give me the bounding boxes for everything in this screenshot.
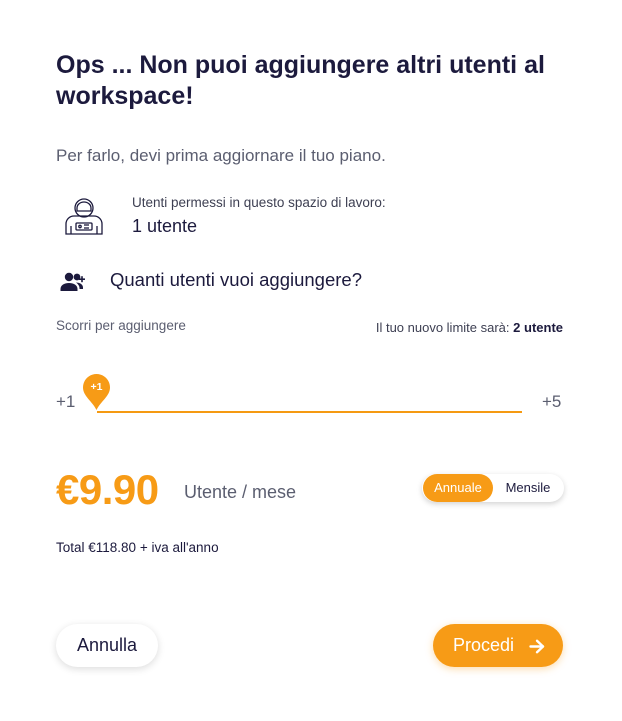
dialog-subtitle: Per farlo, devi prima aggiornare il tuo … bbox=[56, 146, 386, 165]
new-limit-value: 2 utente bbox=[513, 320, 563, 335]
question-heading: Quanti utenti vuoi aggiungere? bbox=[110, 269, 362, 290]
toggle-annual[interactable]: Annuale bbox=[423, 474, 493, 502]
price-unit: Utente / mese bbox=[184, 482, 297, 502]
allowed-users-value: 1 utente bbox=[132, 216, 198, 236]
proceed-button[interactable]: Procedi bbox=[433, 624, 563, 667]
arrow-right-icon bbox=[529, 638, 545, 654]
dialog-title: Ops ... Non puoi aggiungere altri utenti… bbox=[56, 51, 545, 110]
astronaut-icon bbox=[62, 196, 106, 236]
new-limit-text: Il tuo nuovo limite sarà: 2 utente bbox=[376, 320, 563, 335]
slider-track[interactable] bbox=[97, 411, 522, 413]
toggle-monthly[interactable]: Mensile bbox=[493, 474, 563, 502]
upgrade-dialog: Ops ... Non puoi aggiungere altri utenti… bbox=[0, 0, 622, 721]
add-user-icon bbox=[60, 272, 86, 292]
slider-thumb[interactable]: +1 bbox=[82, 373, 111, 411]
new-limit-prefix: Il tuo nuovo limite sarà: bbox=[375, 320, 510, 335]
price-value: €9.90 bbox=[56, 466, 159, 513]
cancel-button[interactable]: Annulla bbox=[56, 624, 158, 667]
allowed-users-label: Utenti permessi in questo spazio di lavo… bbox=[132, 195, 386, 210]
scroll-hint: Scorri per aggiungere bbox=[56, 318, 186, 333]
billing-period-toggle: Annuale Mensile bbox=[422, 474, 564, 502]
total-price: Total €118.80 + iva all'anno bbox=[56, 540, 219, 555]
slider-min-label: +1 bbox=[56, 392, 76, 411]
slider-thumb-label: +1 bbox=[90, 381, 103, 393]
proceed-button-label: Procedi bbox=[453, 635, 515, 655]
slider-max-label: +5 bbox=[542, 392, 562, 411]
